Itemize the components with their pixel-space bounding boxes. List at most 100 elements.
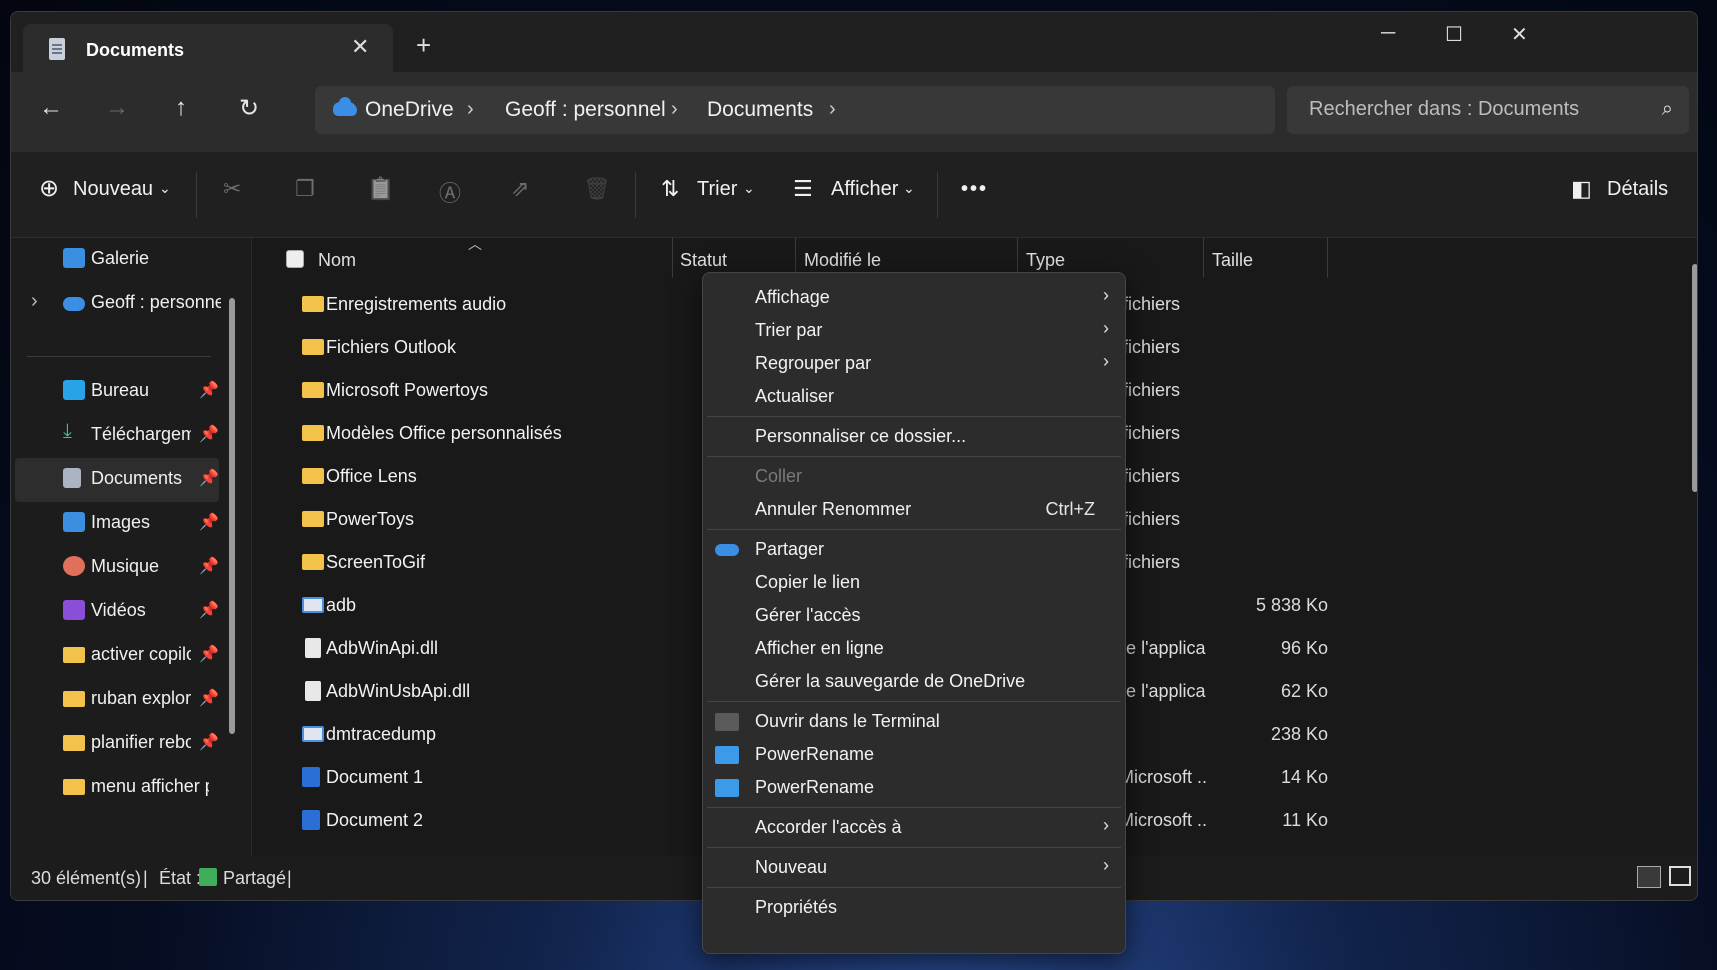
up-button[interactable]: ↑: [175, 94, 187, 122]
menu-item-propri-t-s[interactable]: Propriétés: [703, 891, 1125, 924]
sidebar-item-onedrive[interactable]: › Geoff : personnel: [11, 282, 221, 326]
breadcrumb-documents[interactable]: Documents: [707, 98, 813, 122]
column-header-statut[interactable]: Statut: [680, 250, 727, 271]
cut-icon[interactable]: ✂: [223, 176, 241, 202]
menu-item-coller[interactable]: Coller: [703, 460, 1125, 493]
sidebar-item-ruban-explorer[interactable]: ruban explorer 📌: [11, 678, 221, 722]
pin-icon[interactable]: 📌: [199, 512, 219, 532]
menu-item-personnaliser-ce-dossier-[interactable]: Personnaliser ce dossier...: [703, 420, 1125, 453]
sidebar-item-planifier-reboot[interactable]: planifier reboot 📌: [11, 722, 221, 766]
tiles-view-icon[interactable]: [1669, 866, 1691, 886]
column-header-type[interactable]: Type: [1026, 250, 1065, 271]
file-list-scrollbar[interactable]: [1692, 264, 1697, 492]
state-value: Partagé: [223, 868, 287, 888]
address-bar[interactable]: OneDrive › Geoff : personnel › Documents…: [315, 86, 1275, 134]
menu-item-powerrename[interactable]: PowerRename: [703, 771, 1125, 804]
menu-item-regrouper-par[interactable]: Regrouper par ›: [703, 347, 1125, 380]
menu-item-actualiser[interactable]: Actualiser: [703, 380, 1125, 413]
shared-icon: [199, 868, 217, 886]
refresh-button[interactable]: ↻: [239, 94, 259, 123]
sidebar-scrollbar[interactable]: [229, 298, 235, 734]
breadcrumb-chevron-icon[interactable]: ›: [467, 98, 474, 121]
chevron-down-icon[interactable]: ⌄: [159, 180, 171, 197]
menu-item-accorder-l-acc-s-[interactable]: Accorder l'accès à ›: [703, 811, 1125, 844]
tab-close-icon[interactable]: ✕: [351, 34, 369, 60]
maximize-button[interactable]: ☐: [1445, 22, 1463, 47]
pin-icon[interactable]: 📌: [199, 688, 219, 708]
folder-icon: [63, 735, 85, 751]
minimize-button[interactable]: ─: [1381, 22, 1395, 45]
sidebar-item-label: menu afficher pl: [91, 776, 209, 796]
expand-chevron-icon[interactable]: ›: [31, 290, 38, 313]
chevron-down-icon[interactable]: ⌄: [903, 180, 915, 197]
sidebar-item-menu-afficher[interactable]: menu afficher pl: [11, 766, 221, 810]
breadcrumb-chevron-icon[interactable]: ›: [671, 98, 678, 121]
sidebar-item-images[interactable]: Images 📌: [11, 502, 221, 546]
status-separator: |: [143, 868, 148, 888]
menu-item-afficher-en-ligne[interactable]: Afficher en ligne: [703, 632, 1125, 665]
navigation-pane: Galerie › Geoff : personnel Bureau 📌 ⤓ T…: [11, 238, 251, 856]
sidebar-item-activer-copilot[interactable]: activer copilot 📌: [11, 634, 221, 678]
pin-icon[interactable]: 📌: [199, 732, 219, 752]
sidebar-item-bureau[interactable]: Bureau 📌: [11, 370, 221, 414]
breadcrumb-geoff[interactable]: Geoff : personnel: [505, 98, 666, 122]
column-header-taille[interactable]: Taille: [1212, 250, 1253, 271]
paste-icon[interactable]: 📋: [367, 176, 394, 202]
pin-icon[interactable]: 📌: [199, 556, 219, 576]
chevron-down-icon[interactable]: ⌄: [743, 180, 755, 197]
details-view-icon[interactable]: [1637, 866, 1661, 888]
copy-icon[interactable]: ❐: [295, 176, 315, 202]
forward-button[interactable]: →: [105, 94, 129, 122]
sort-button[interactable]: Trier: [697, 178, 737, 201]
sort-icon[interactable]: ⇅: [661, 176, 679, 202]
command-bar: ⊕ Nouveau ⌄ ✂ ❐ 📋 Ⓐ ⇗ 🗑 ⇅ Trier ⌄ ☰ Affi…: [11, 152, 1697, 238]
more-options-button[interactable]: •••: [961, 178, 988, 201]
sidebar-item-galerie[interactable]: Galerie: [11, 238, 221, 282]
details-icon[interactable]: ◧: [1571, 176, 1592, 202]
sidebar-item-musique[interactable]: Musique 📌: [11, 546, 221, 590]
delete-icon[interactable]: 🗑: [583, 176, 611, 202]
menu-item-g-rer-l-acc-s[interactable]: Gérer l'accès: [703, 599, 1125, 632]
toolbar-divider: [635, 172, 636, 218]
share-icon[interactable]: ⇗: [511, 176, 529, 202]
breadcrumb-onedrive[interactable]: OneDrive: [365, 98, 454, 122]
pin-icon[interactable]: 📌: [199, 424, 219, 444]
column-divider[interactable]: [1203, 238, 1204, 278]
menu-item-copier-le-lien[interactable]: Copier le lien: [703, 566, 1125, 599]
menu-item-affichage[interactable]: Affichage ›: [703, 281, 1125, 314]
menu-item-ouvrir-dans-le-terminal[interactable]: Ouvrir dans le Terminal: [703, 705, 1125, 738]
column-divider[interactable]: [1327, 238, 1328, 278]
pin-icon[interactable]: 📌: [199, 644, 219, 664]
sidebar-item-videos[interactable]: Vidéos 📌: [11, 590, 221, 634]
column-header-modifie[interactable]: Modifié le: [804, 250, 881, 271]
menu-item-partager[interactable]: Partager: [703, 533, 1125, 566]
sidebar-item-documents[interactable]: Documents 📌: [15, 458, 219, 502]
new-tab-button[interactable]: +: [416, 32, 431, 58]
search-icon[interactable]: ⌕: [1662, 98, 1673, 121]
close-window-button[interactable]: ✕: [1511, 22, 1528, 47]
menu-item-annuler-renommer[interactable]: Annuler Renommer Ctrl+Z: [703, 493, 1125, 526]
back-button[interactable]: ←: [39, 94, 63, 122]
tab-documents[interactable]: Documents ✕: [23, 24, 393, 74]
menu-item-nouveau[interactable]: Nouveau ›: [703, 851, 1125, 884]
new-icon[interactable]: ⊕: [39, 174, 59, 203]
new-button[interactable]: Nouveau: [73, 178, 153, 201]
sidebar-item-telechargements[interactable]: ⤓ Téléchargements 📌: [11, 414, 221, 458]
details-button[interactable]: Détails: [1607, 178, 1668, 201]
menu-item-powerrename[interactable]: PowerRename: [703, 738, 1125, 771]
rename-icon[interactable]: Ⓐ: [439, 176, 461, 208]
select-all-checkbox[interactable]: [286, 250, 304, 268]
breadcrumb-chevron-icon[interactable]: ›: [829, 98, 836, 121]
search-input[interactable]: Rechercher dans : Documents: [1309, 98, 1579, 121]
view-icon[interactable]: ☰: [793, 176, 813, 202]
view-button[interactable]: Afficher: [831, 178, 898, 201]
pin-icon[interactable]: 📌: [199, 468, 219, 488]
menu-item-g-rer-la-sauvegarde-de-onedrive[interactable]: Gérer la sauvegarde de OneDrive: [703, 665, 1125, 698]
column-divider[interactable]: [672, 238, 673, 278]
search-box[interactable]: Rechercher dans : Documents ⌕: [1287, 86, 1689, 134]
menu-item-trier-par[interactable]: Trier par ›: [703, 314, 1125, 347]
column-header-nom[interactable]: Nom: [318, 250, 356, 271]
file-name: Document 1: [326, 767, 424, 787]
pin-icon[interactable]: 📌: [199, 380, 219, 400]
pin-icon[interactable]: 📌: [199, 600, 219, 620]
